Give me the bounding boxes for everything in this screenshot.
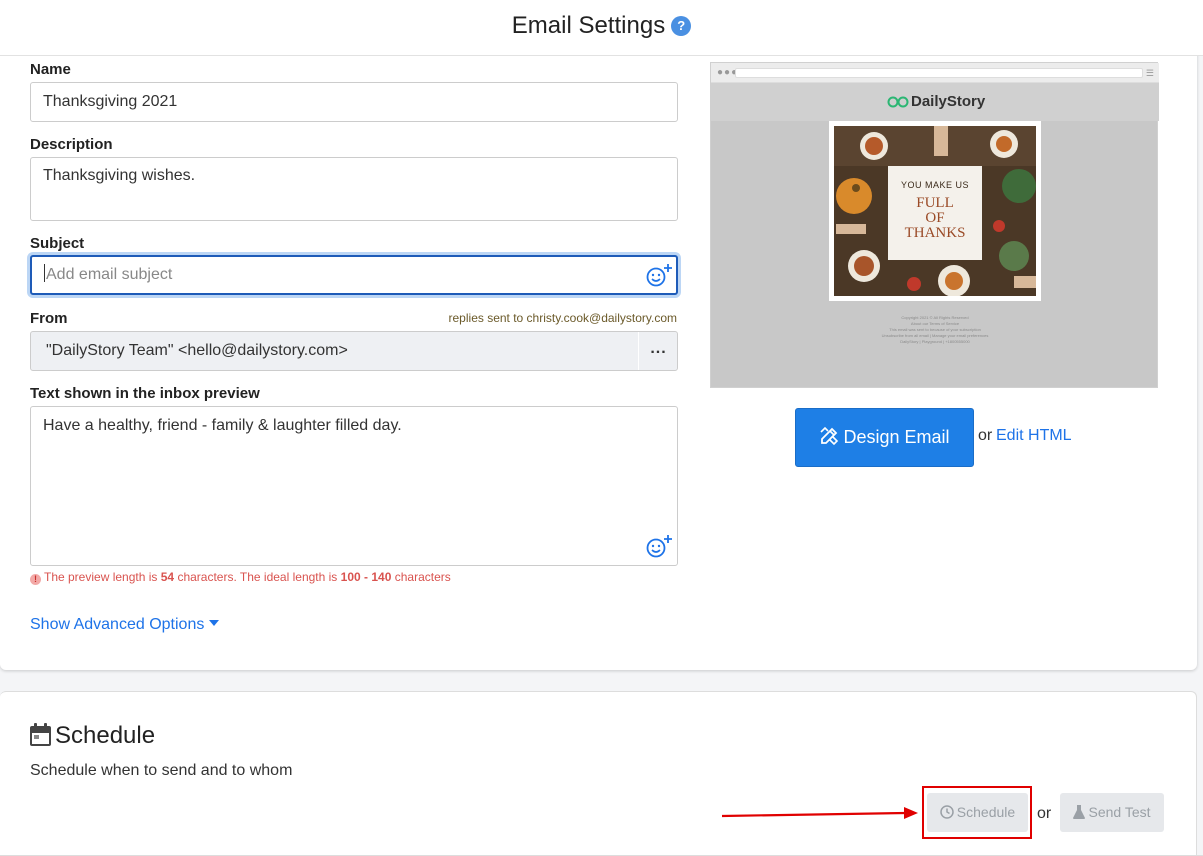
email-footer: Copyright 2021 © All Rights Reserved Abo… (881, 315, 989, 344)
alert-icon: ! (30, 574, 41, 585)
subject-emoji-icon[interactable] (646, 263, 672, 287)
message-card: YOU MAKE US FULL OF THANKS (888, 166, 982, 260)
pencil-ruler-icon (820, 426, 839, 446)
or-text: or (978, 427, 993, 444)
subject-input[interactable]: Add email subject (30, 255, 678, 295)
or-text-schedule: or (1037, 805, 1052, 822)
send-test-button[interactable]: Send Test (1060, 793, 1164, 832)
dailystory-logo: DailyStory (887, 93, 985, 110)
name-label: Name (30, 61, 71, 78)
preview-emoji-icon[interactable] (646, 534, 672, 558)
thanksgiving-image: YOU MAKE US FULL OF THANKS (829, 121, 1041, 301)
browser-bar: ●●● ☰ (711, 63, 1159, 83)
browser-url-bar (735, 68, 1143, 78)
header: Email Settings? (0, 0, 1203, 56)
email-header: DailyStory (711, 83, 1159, 121)
email-preview: ●●● ☰ DailyStory YOU MAKE US FULL OF THA… (710, 62, 1159, 388)
description-textarea[interactable]: Thanksgiving wishes. (30, 157, 678, 221)
schedule-button[interactable]: Schedule (927, 793, 1028, 832)
help-icon[interactable]: ? (671, 16, 692, 36)
clock-icon (940, 805, 954, 819)
from-more-button[interactable]: ... (638, 332, 678, 370)
preview-length-warning: ! The preview length is 54 characters. Th… (30, 570, 451, 585)
description-label: Description (30, 136, 113, 153)
inbox-preview-label: Text shown in the inbox preview (30, 385, 260, 402)
from-select[interactable]: "DailyStory Team" <hello@dailystory.com> (30, 331, 678, 371)
inbox-preview-textarea[interactable]: Have a healthy, friend - family & laught… (30, 406, 678, 566)
red-arrow-annotation (721, 807, 918, 819)
edit-html-link[interactable]: Edit HTML (996, 427, 1072, 445)
caret-down-icon (209, 620, 220, 626)
schedule-title: Schedule (30, 722, 155, 750)
infinity-logo-icon (887, 96, 909, 108)
hamburger-icon: ☰ (1145, 68, 1154, 78)
schedule-description: Schedule when to send and to whom (30, 762, 293, 779)
flask-icon (1073, 805, 1086, 819)
show-advanced-options-link[interactable]: Show Advanced Options (30, 616, 220, 634)
subject-placeholder: Add email subject (46, 266, 173, 283)
replies-to-text: replies sent to christy.cook@dailystory.… (448, 311, 677, 325)
calendar-icon (30, 723, 51, 746)
page-title: Email Settings? (0, 12, 1203, 40)
name-input[interactable]: Thanksgiving 2021 (30, 82, 678, 122)
design-email-button[interactable]: Design Email (795, 408, 974, 467)
text-caret (44, 264, 45, 282)
from-label: From (30, 310, 68, 327)
subject-label: Subject (30, 235, 85, 252)
